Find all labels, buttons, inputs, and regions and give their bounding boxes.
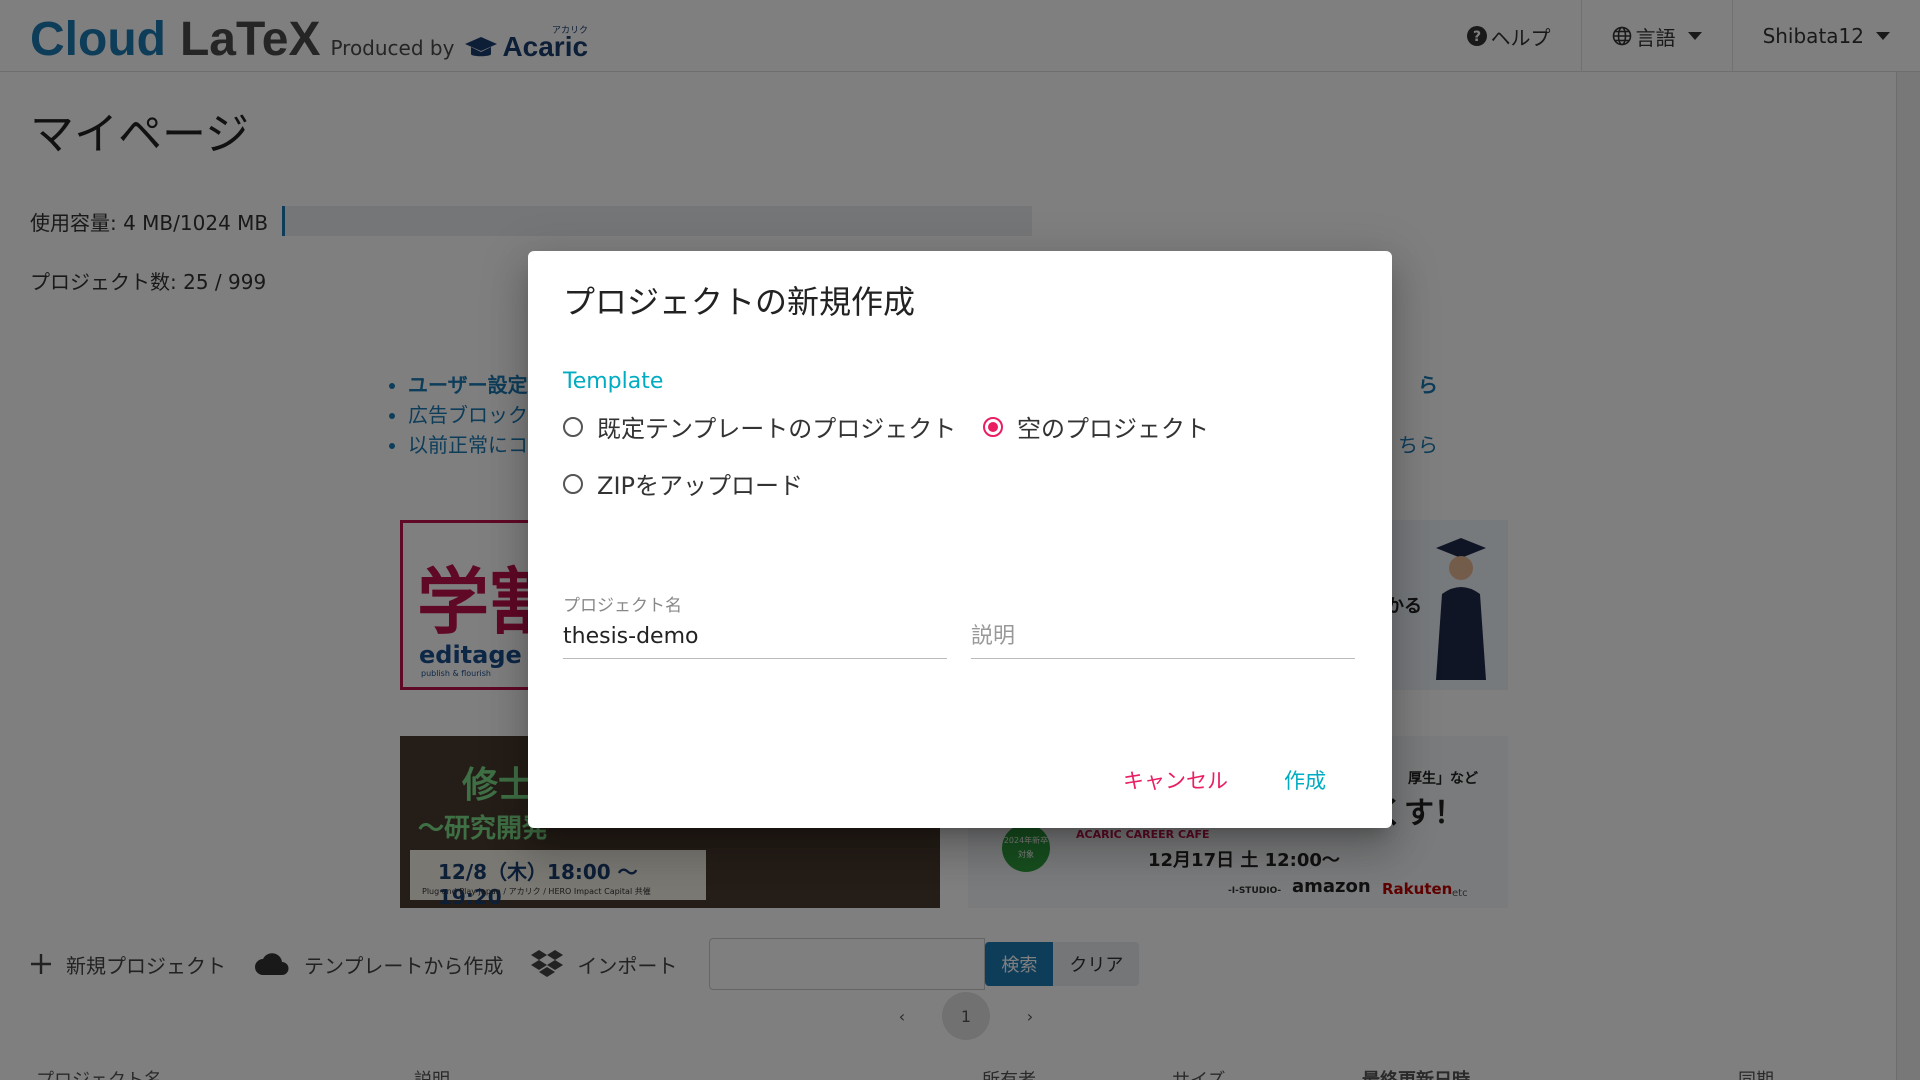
radio-circle-selected[interactable] — [983, 416, 1003, 437]
project-name-field: プロジェクト名 — [563, 591, 947, 659]
dialog-title: プロジェクトの新規作成 — [563, 283, 916, 321]
template-label: Template — [563, 369, 664, 394]
project-name-input[interactable] — [563, 613, 947, 659]
dialog-actions: キャンセル 作成 — [1105, 757, 1344, 803]
create-button[interactable]: 作成 — [1266, 757, 1344, 803]
radio-zip-upload[interactable]: ZIPをアップロード — [563, 466, 803, 501]
project-name-label: プロジェクト名 — [563, 596, 682, 616]
radio-default-template[interactable]: 既定テンプレートのプロジェクト — [563, 409, 956, 444]
description-input[interactable] — [971, 613, 1355, 659]
radio-circle[interactable] — [563, 416, 583, 437]
radio-empty-project[interactable]: 空のプロジェクト — [983, 409, 1209, 444]
description-field — [971, 591, 1355, 659]
radio-circle[interactable] — [563, 473, 583, 494]
new-project-dialog: プロジェクトの新規作成 Template 既定テンプレートのプロジェクト 空のプ… — [528, 251, 1392, 828]
cancel-button[interactable]: キャンセル — [1105, 757, 1246, 803]
